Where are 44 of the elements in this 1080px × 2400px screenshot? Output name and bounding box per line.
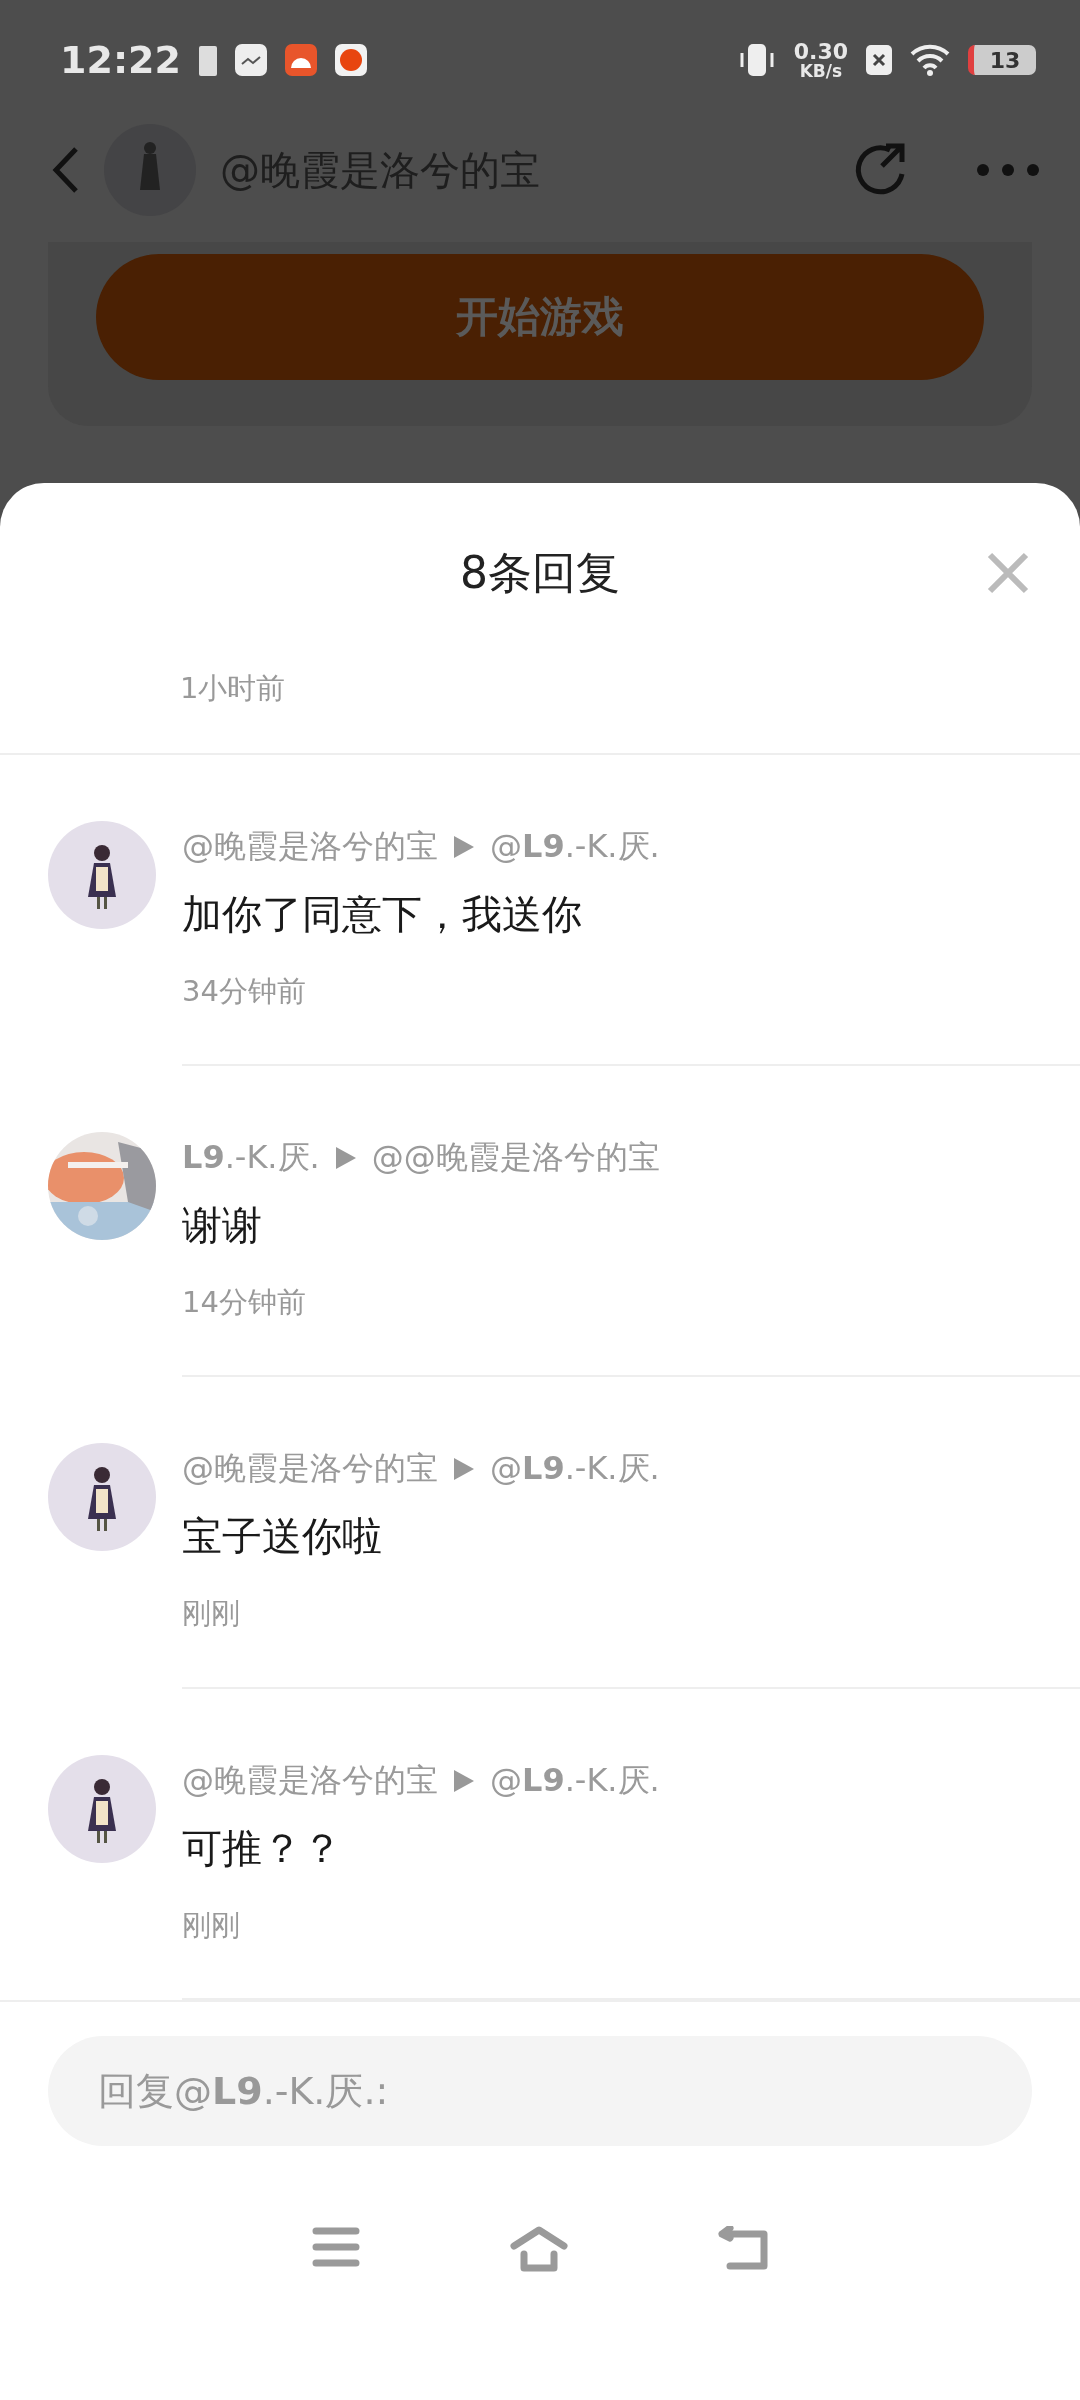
reply-text: 宝子送你啦 bbox=[182, 1512, 383, 1562]
battery-icon: 13 bbox=[968, 45, 1036, 75]
start-game-button[interactable]: 开始游戏 bbox=[96, 254, 984, 380]
reply-target[interactable]: @L9.-K.厌. bbox=[490, 824, 660, 869]
reply-input-field[interactable]: 回复@L9.-K.厌.: bbox=[48, 2036, 1032, 2146]
reply-target[interactable]: @L9.-K.厌. bbox=[490, 1758, 660, 1803]
more-icon[interactable] bbox=[976, 163, 1040, 177]
network-speed-unit: KB/s bbox=[799, 62, 843, 80]
reply-time: 34分钟前 bbox=[182, 972, 307, 1010]
reply-time: 14分钟前 bbox=[182, 1283, 307, 1321]
status-time: 12:22 bbox=[60, 38, 181, 82]
reply-author[interactable]: @晚霞是洛兮的宝 bbox=[182, 1758, 438, 1803]
play-arrow-icon bbox=[335, 1146, 356, 1169]
sheet-title: 8条回复 bbox=[460, 545, 620, 600]
reply-target[interactable]: @@晚霞是洛兮的宝 bbox=[371, 1135, 660, 1180]
reply-author[interactable]: @晚霞是洛兮的宝 bbox=[182, 1447, 438, 1492]
reply-time: 刚刚 bbox=[182, 1906, 241, 1944]
reply-text: 可推？？ bbox=[182, 1823, 343, 1873]
menu-icon[interactable] bbox=[312, 2226, 360, 2268]
back-icon[interactable] bbox=[718, 2226, 768, 2270]
reply-author[interactable]: @晚霞是洛兮的宝 bbox=[182, 824, 438, 869]
reply-time: 1小时前 bbox=[180, 670, 286, 707]
app-notification-icon bbox=[334, 44, 367, 76]
reply-time: 刚刚 bbox=[182, 1595, 241, 1633]
close-icon bbox=[866, 45, 892, 75]
avatar-icon bbox=[48, 820, 156, 929]
wifi-icon bbox=[910, 44, 950, 76]
battery-saver-icon bbox=[198, 44, 217, 76]
reply-text: 谢谢 bbox=[182, 1200, 263, 1250]
reply-text: 加你了同意下，我送你 bbox=[182, 889, 583, 939]
network-speed: 0.30 bbox=[793, 40, 848, 63]
app-notification-icon bbox=[234, 44, 267, 76]
avatar-icon bbox=[48, 1754, 156, 1863]
play-arrow-icon bbox=[454, 835, 474, 858]
reply-target[interactable]: @L9.-K.厌. bbox=[490, 1447, 660, 1492]
reply-author[interactable]: L9.-K.厌. bbox=[182, 1135, 320, 1180]
play-arrow-icon bbox=[454, 1769, 474, 1792]
home-icon[interactable] bbox=[510, 2226, 568, 2272]
app-notification-icon bbox=[284, 44, 317, 76]
avatar-icon bbox=[104, 124, 196, 216]
play-arrow-icon bbox=[454, 1458, 474, 1481]
close-icon[interactable] bbox=[986, 551, 1030, 595]
back-icon[interactable] bbox=[50, 145, 80, 195]
avatar-icon bbox=[48, 1443, 156, 1552]
